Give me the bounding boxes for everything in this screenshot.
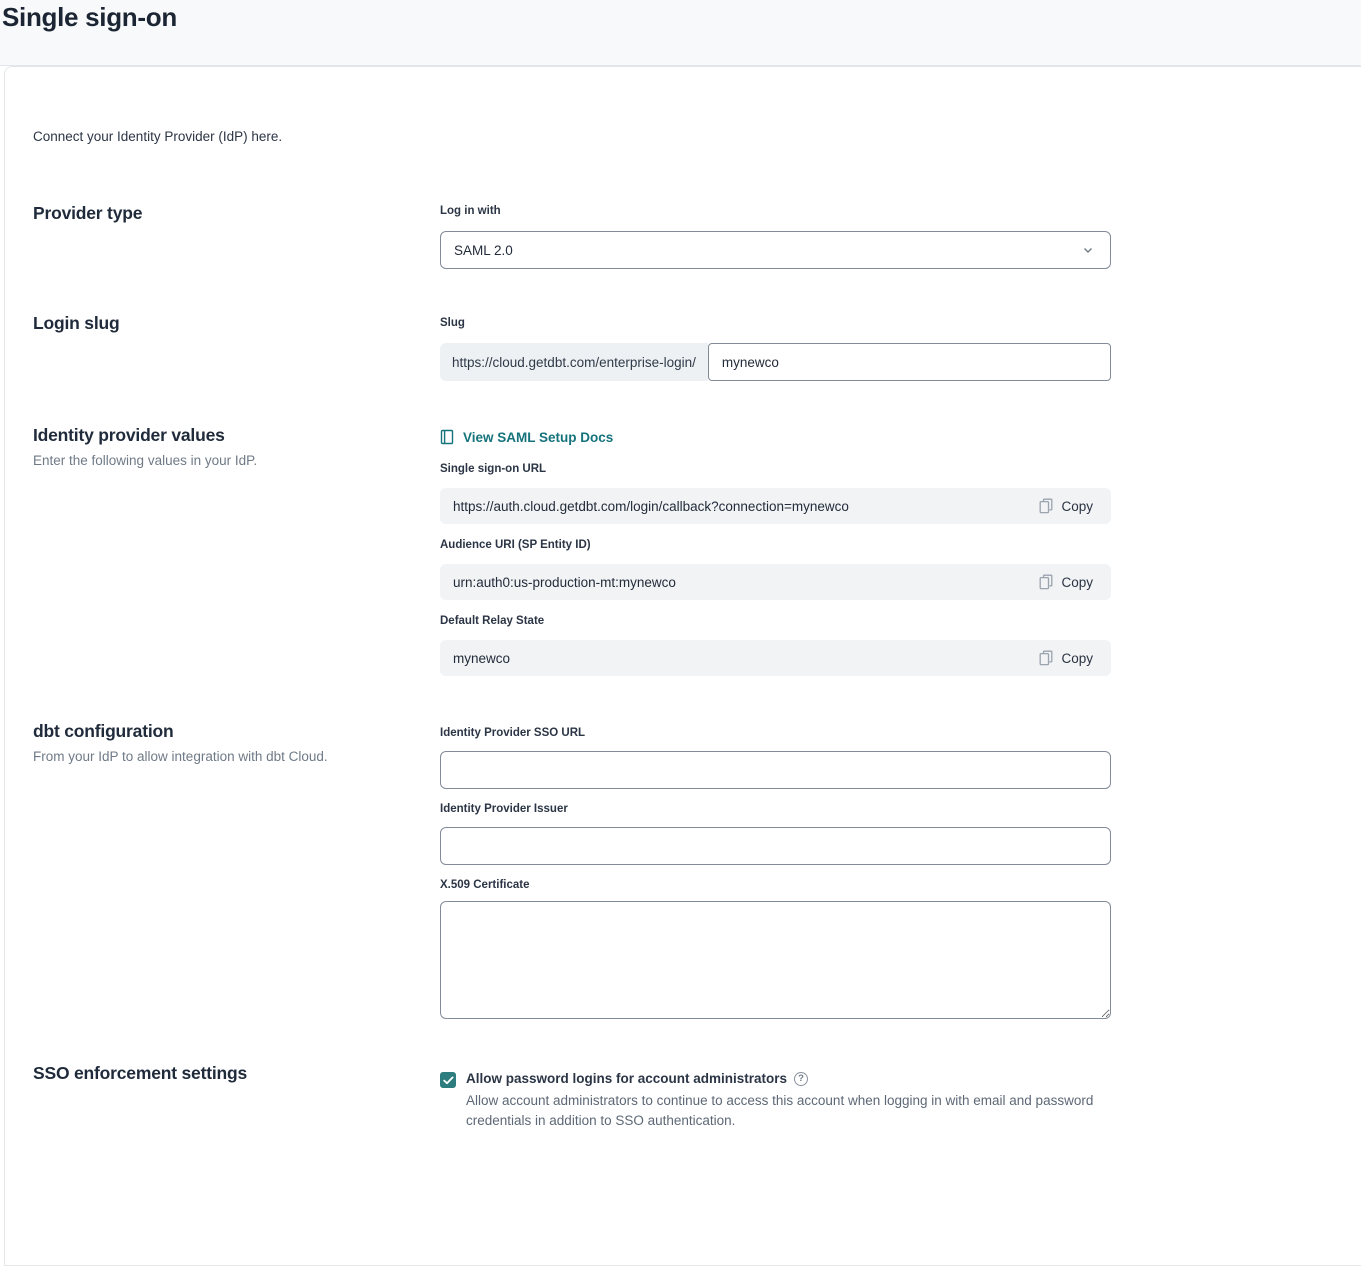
slug-field-group: https://cloud.getdbt.com/enterprise-logi… (440, 343, 1111, 381)
page-header: Single sign-on (0, 0, 1361, 66)
sso-url-label: Single sign-on URL (440, 463, 1111, 475)
dbt-configuration-subheading: From your IdP to allow integration with … (33, 749, 328, 764)
x509-certificate-textarea[interactable] (440, 901, 1111, 1019)
idp-issuer-label: Identity Provider Issuer (440, 803, 1111, 815)
copy-audience-uri-button[interactable]: Copy (1039, 574, 1093, 590)
relay-state-value: mynewco (453, 651, 510, 666)
intro-text: Connect your Identity Provider (IdP) her… (33, 129, 282, 144)
password-logins-label: Allow password logins for account admini… (466, 1071, 787, 1086)
slug-label: Slug (440, 317, 1111, 329)
section-heading-sso-enforcement: SSO enforcement settings (33, 1063, 247, 1084)
audience-uri-label: Audience URI (SP Entity ID) (440, 539, 1111, 551)
copy-icon (1039, 498, 1053, 514)
settings-card: Connect your Identity Provider (IdP) her… (4, 66, 1361, 1266)
section-heading-idp-values: Identity provider values (33, 425, 257, 446)
section-heading-login-slug: Login slug (33, 313, 119, 334)
login-method-select[interactable]: SAML 2.0 (440, 231, 1111, 269)
copy-button-label: Copy (1061, 575, 1093, 590)
checkmark-icon (443, 1076, 454, 1085)
login-method-selected-value: SAML 2.0 (454, 243, 513, 258)
idp-sso-url-input[interactable] (440, 751, 1111, 789)
idp-sso-url-label: Identity Provider SSO URL (440, 727, 1111, 739)
copy-relay-state-button[interactable]: Copy (1039, 650, 1093, 666)
relay-state-label: Default Relay State (440, 615, 1111, 627)
chevron-down-icon (1082, 244, 1094, 256)
section-heading-provider-type: Provider type (33, 203, 142, 224)
login-method-label: Log in with (440, 205, 1111, 217)
view-saml-setup-docs-link[interactable]: View SAML Setup Docs (440, 429, 1111, 445)
idp-values-subheading: Enter the following values in your IdP. (33, 453, 257, 468)
password-logins-checkbox[interactable] (440, 1072, 456, 1088)
slug-url-prefix: https://cloud.getdbt.com/enterprise-logi… (440, 343, 708, 381)
password-logins-checkbox-row: Allow password logins for account admini… (440, 1071, 1111, 1131)
password-logins-text: Allow password logins for account admini… (466, 1071, 1096, 1131)
slug-input[interactable] (708, 343, 1111, 381)
sso-url-readonly-field: https://auth.cloud.getdbt.com/login/call… (440, 488, 1111, 524)
audience-uri-readonly-field: urn:auth0:us-production-mt:mynewco Copy (440, 564, 1111, 600)
password-logins-description: Allow account administrators to continue… (466, 1091, 1096, 1131)
book-icon (440, 429, 454, 445)
x509-certificate-label: X.509 Certificate (440, 879, 1111, 891)
page-title: Single sign-on (2, 2, 177, 33)
section-heading-dbt-configuration: dbt configuration (33, 721, 328, 742)
copy-button-label: Copy (1061, 499, 1093, 514)
relay-state-readonly-field: mynewco Copy (440, 640, 1111, 676)
copy-icon (1039, 574, 1053, 590)
copy-icon (1039, 650, 1053, 666)
sso-url-value: https://auth.cloud.getdbt.com/login/call… (453, 499, 849, 514)
copy-sso-url-button[interactable]: Copy (1039, 498, 1093, 514)
audience-uri-value: urn:auth0:us-production-mt:mynewco (453, 575, 676, 590)
idp-issuer-input[interactable] (440, 827, 1111, 865)
docs-link-label: View SAML Setup Docs (463, 430, 613, 445)
copy-button-label: Copy (1061, 651, 1093, 666)
help-circle-icon[interactable]: ? (794, 1072, 808, 1086)
